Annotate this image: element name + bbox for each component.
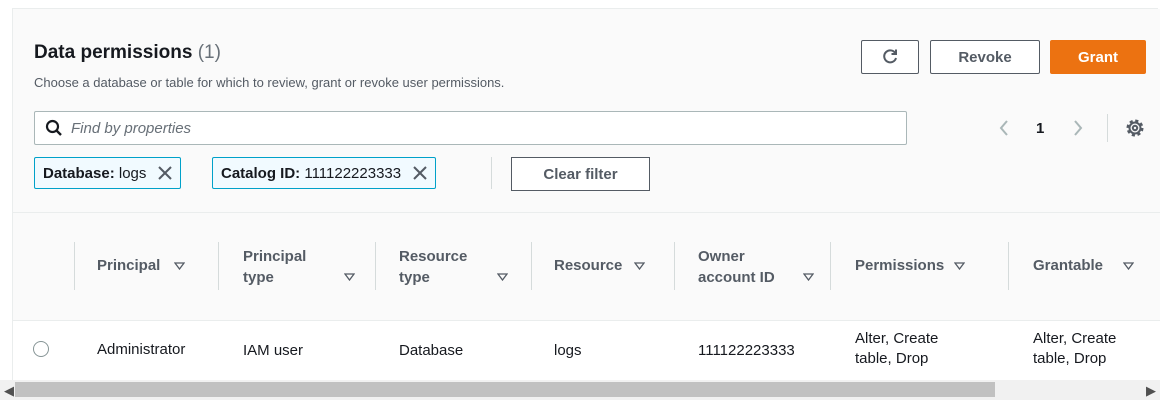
sort-icon [1123, 261, 1135, 270]
column-divider [1008, 242, 1009, 290]
page-title: Data permissions (1) [34, 42, 221, 64]
filter-token-database: Database: logs [34, 157, 182, 189]
cell-owner-account-id: 111122223333 [698, 342, 795, 359]
cell-principal-type: IAM user [243, 342, 304, 359]
column-header-resource[interactable]: Resource [554, 212, 646, 319]
filter-token-catalog-id: Catalog ID: 111122223333 [212, 157, 437, 189]
column-divider [830, 242, 831, 290]
sort-icon [802, 273, 814, 281]
cell-principal: Administrator [97, 341, 186, 358]
settings-gear-icon[interactable] [1124, 117, 1146, 139]
column-header-owner-account-id[interactable]: Owner account ID [698, 212, 814, 319]
remove-filter-icon[interactable] [158, 166, 173, 180]
column-label: Grantable [1033, 257, 1104, 274]
search-placeholder: Find by properties [71, 119, 192, 137]
sort-icon [634, 261, 646, 270]
refresh-button[interactable] [861, 40, 919, 74]
column-header-grantable[interactable]: Grantable [1033, 212, 1135, 319]
column-divider [375, 242, 376, 290]
cell-permissions: Alter, Create table, Drop [855, 330, 939, 367]
cell-grantable: Alter, Create table, Drop [1033, 330, 1117, 367]
row-select-radio[interactable] [33, 341, 49, 357]
chevron-left-icon [999, 120, 1008, 136]
item-count: (1) [197, 42, 221, 63]
next-page-button[interactable] [1072, 114, 1084, 142]
scroll-left-icon[interactable]: ◀ [4, 383, 14, 399]
scroll-right-icon[interactable]: ▶ [1146, 383, 1156, 399]
column-divider [218, 242, 219, 290]
column-label: Owner account ID [698, 247, 775, 286]
refresh-icon [883, 49, 897, 64]
cell-resource-type: Database [399, 342, 464, 359]
pagination-divider [1107, 114, 1108, 142]
column-header-principal[interactable]: Principal [97, 212, 186, 319]
column-label: Principal type [243, 247, 307, 286]
column-divider [674, 242, 675, 290]
search-input[interactable]: Find by properties [34, 111, 907, 145]
column-label: Resource [554, 257, 623, 274]
grant-button[interactable]: Grant [1050, 40, 1146, 74]
scrollbar-thumb[interactable] [15, 382, 995, 397]
chevron-right-icon [1074, 120, 1083, 136]
filter-value: logs [118, 164, 147, 182]
filter-key: Catalog ID: [221, 164, 301, 182]
filter-key: Database: [43, 164, 115, 182]
column-label: Principal [97, 257, 161, 274]
filter-value: 111122223333 [304, 164, 402, 182]
column-divider [74, 242, 75, 290]
page-description: Choose a database or table for which to … [34, 75, 505, 90]
remove-filter-icon[interactable] [413, 166, 427, 180]
previous-page-button[interactable] [998, 114, 1010, 142]
page-number[interactable]: 1 [1036, 114, 1044, 142]
cell-resource: logs [554, 342, 582, 359]
column-header-resource-type[interactable]: Resource type [399, 212, 509, 319]
column-label: Permissions [855, 257, 945, 274]
column-header-permissions[interactable]: Permissions [855, 212, 966, 319]
sort-icon [954, 261, 966, 270]
column-header-principal-type[interactable]: Principal type [243, 212, 356, 319]
sort-icon [344, 273, 356, 281]
title-text: Data permissions [34, 42, 193, 63]
column-divider [531, 242, 532, 290]
filter-divider [491, 157, 492, 189]
search-icon [45, 119, 62, 136]
column-label: Resource type [399, 247, 468, 286]
sort-icon [174, 261, 186, 270]
clear-filter-button[interactable]: Clear filter [511, 157, 650, 191]
revoke-button[interactable]: Revoke [930, 40, 1040, 74]
sort-icon [497, 273, 509, 281]
